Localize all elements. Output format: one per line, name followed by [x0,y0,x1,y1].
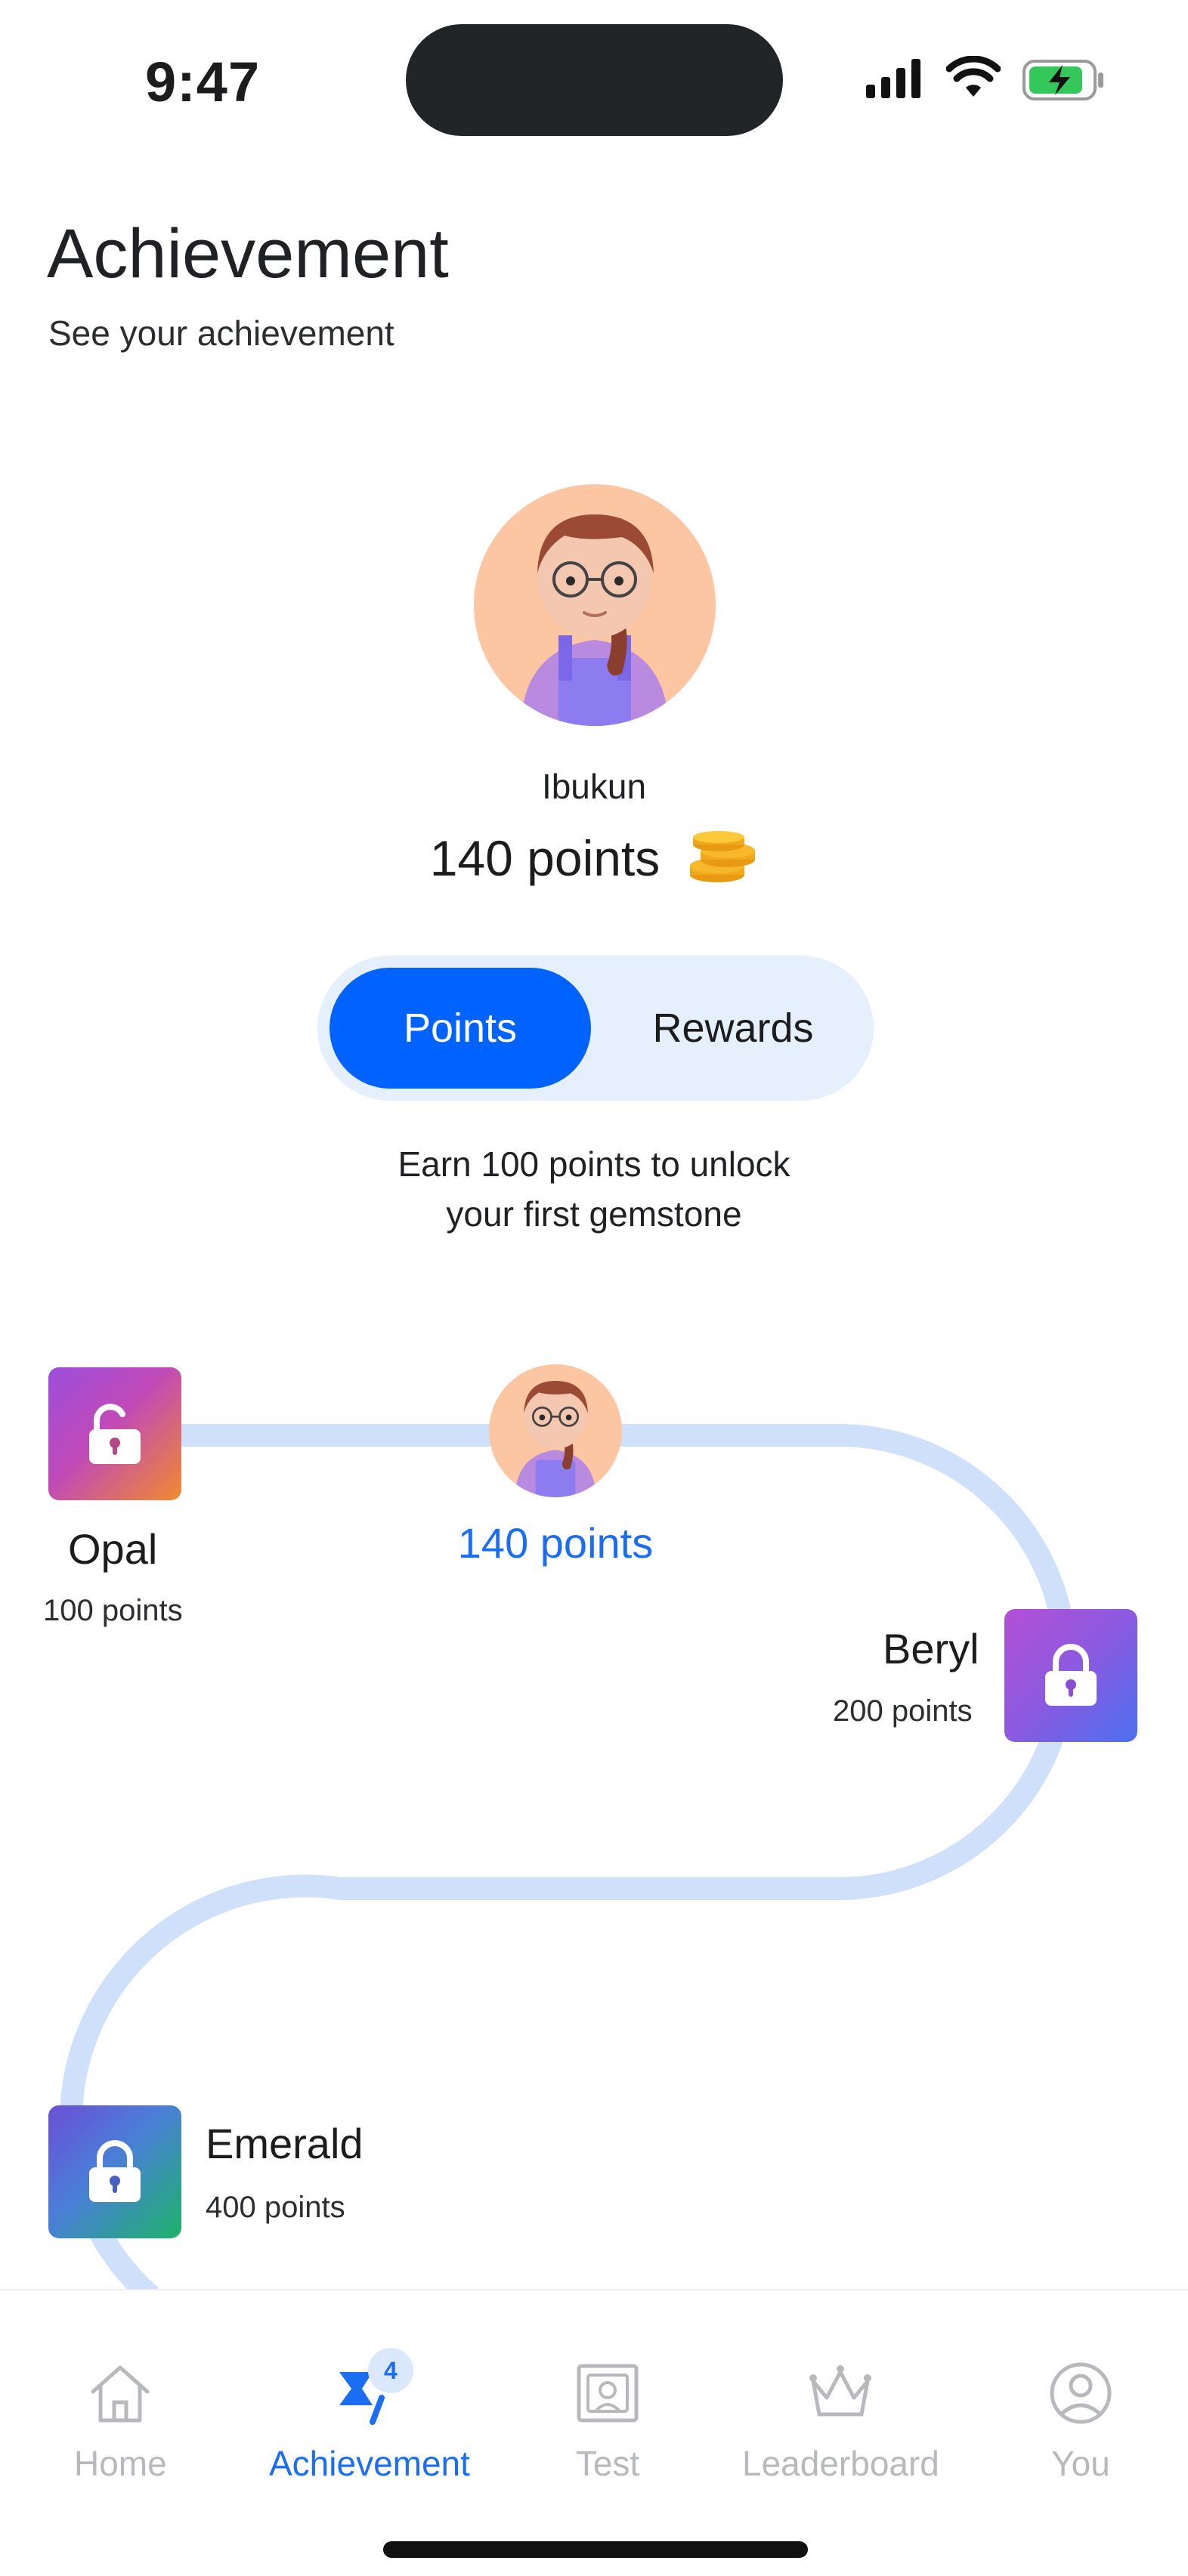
achievement-badge-count: 4 [367,2348,413,2393]
points-total: 140 points [429,830,661,886]
unlock-hint-line-1: Earn 100 points to unlock [398,1144,790,1184]
bottom-nav: Home 4 Achievement Test Leaderboard You [0,2289,1188,2576]
nav-leaderboard[interactable]: Leaderboard [742,2358,939,2484]
achievement-icon: 4 [335,2348,413,2428]
cellular-signal-icon [866,59,920,98]
page-subtitle: See your achievement [48,314,394,353]
nav-home-label: Home [74,2444,167,2483]
current-position-avatar [489,1364,622,1497]
battery-charging-icon [1022,60,1103,100]
nav-test[interactable]: Test [573,2358,642,2484]
current-points-marker: 140 points [457,1519,654,1567]
gem-beryl-name: Beryl [883,1625,979,1673]
points-summary: 140 points [0,829,1188,887]
nav-achievement[interactable]: 4 Achievement [269,2348,470,2484]
unlock-hint: Earn 100 points to unlock your first gem… [0,1139,1188,1239]
page-title: Achievement [47,215,449,292]
points-rewards-toggle: Points Rewards [317,956,874,1101]
nav-leaderboard-label: Leaderboard [742,2444,939,2483]
wifi-icon [946,56,1001,97]
gem-emerald-name: Emerald [206,2120,364,2167]
tab-rewards[interactable]: Rewards [605,968,862,1089]
unlock-hint-line-2: your first gemstone [446,1194,742,1234]
nav-home[interactable]: Home [74,2358,167,2484]
home-indicator[interactable] [383,2541,808,2558]
tab-points[interactable]: Points [329,968,591,1089]
test-icon [577,2364,639,2423]
dynamic-island [406,24,783,136]
gem-emerald-points: 400 points [206,2191,345,2224]
nav-achievement-label: Achievement [269,2444,470,2483]
nav-test-label: Test [575,2444,640,2483]
gem-opal-points: 100 points [43,1594,183,1627]
profile-icon [1050,2362,1112,2424]
nav-you-label: You [1051,2444,1110,2483]
gem-emerald-badge[interactable] [48,2105,181,2238]
gem-opal-name: Opal [68,1525,158,1573]
username: Ibukun [541,767,647,806]
coins-icon [690,831,756,882]
locked-padlock-icon [89,2140,141,2202]
profile-avatar [474,484,716,726]
locked-padlock-icon [1045,1644,1097,1706]
home-icon [91,2365,150,2423]
crown-icon [809,2365,872,2417]
status-time: 9:47 [145,51,261,113]
gem-beryl-points: 200 points [833,1694,973,1728]
gem-opal-badge[interactable] [48,1367,181,1500]
gem-beryl-badge[interactable] [1004,1609,1137,1742]
nav-you[interactable]: You [1046,2358,1115,2484]
unlocked-padlock-icon [89,1404,141,1464]
